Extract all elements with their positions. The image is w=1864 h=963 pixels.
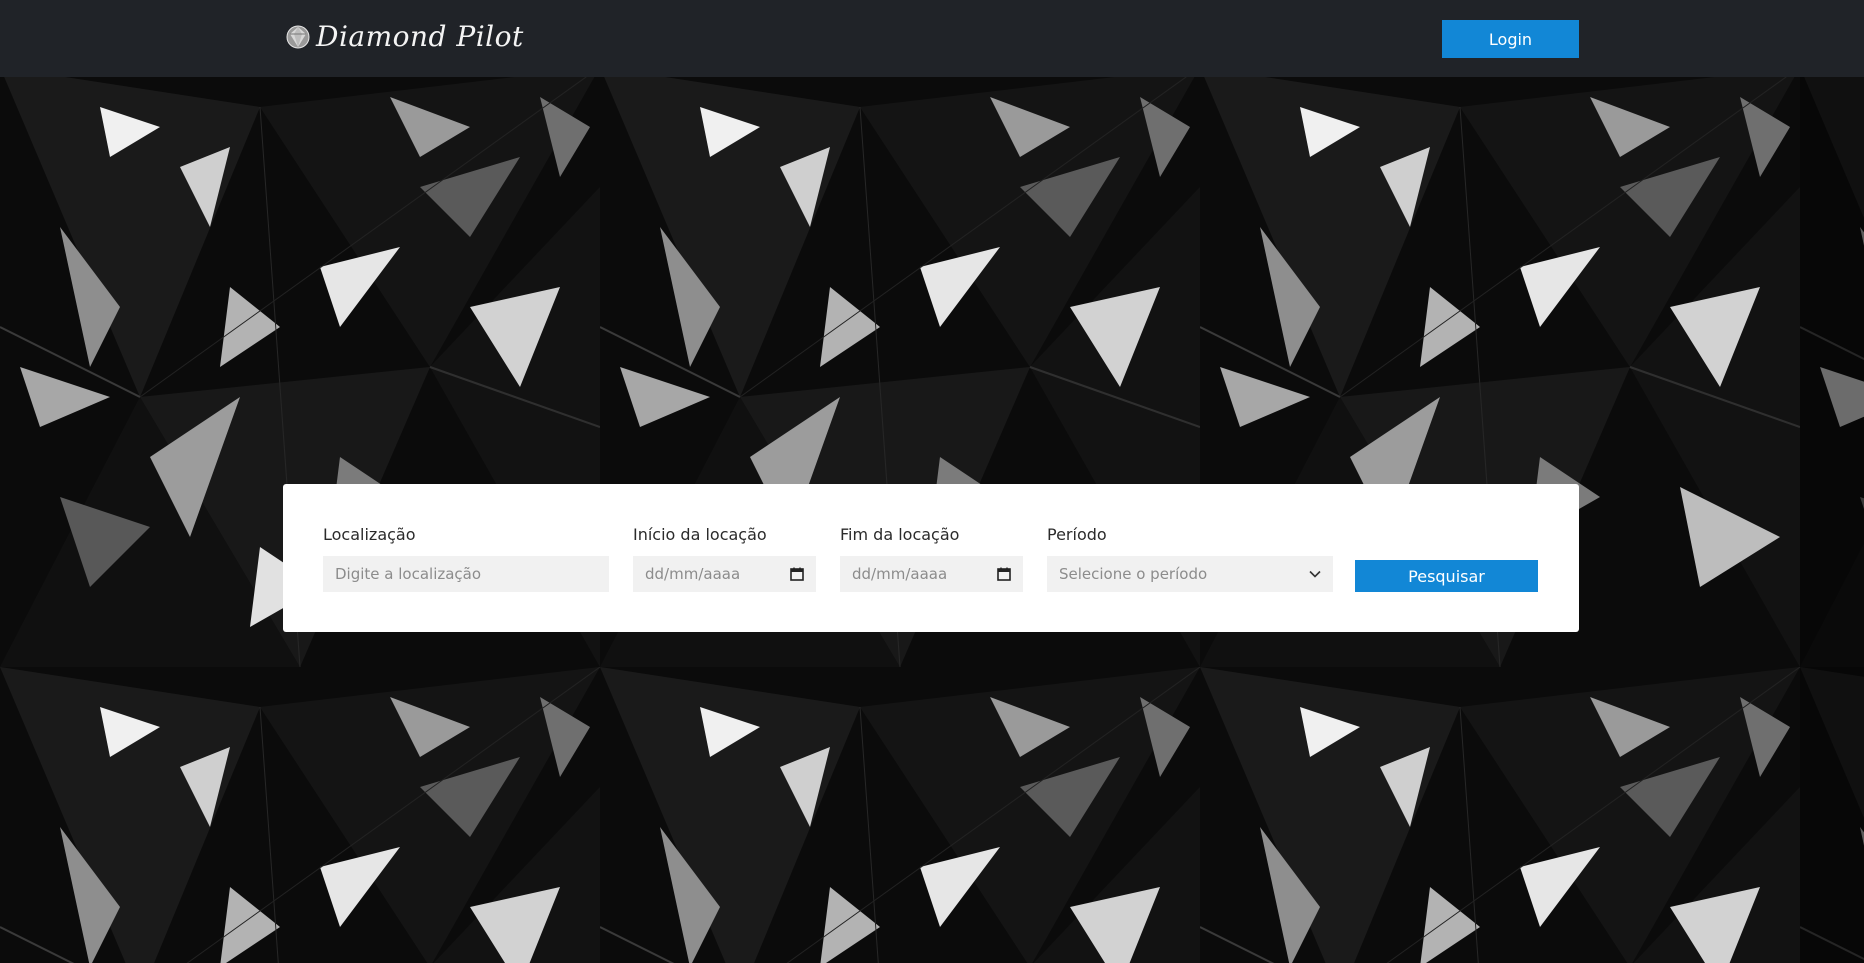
top-navbar: Diamond Pilot Login bbox=[0, 0, 1864, 77]
start-date-input[interactable]: dd/mm/aaaa bbox=[633, 556, 816, 592]
calendar-icon[interactable] bbox=[790, 567, 804, 581]
brand-name: Diamond Pilot bbox=[316, 20, 524, 53]
location-input[interactable]: Digite a localização bbox=[323, 556, 609, 592]
period-select[interactable]: Selecione o período bbox=[1047, 556, 1333, 592]
location-placeholder: Digite a localização bbox=[335, 565, 482, 583]
start-date-placeholder: dd/mm/aaaa bbox=[645, 565, 741, 583]
brand[interactable]: Diamond Pilot bbox=[286, 18, 524, 56]
diamond-logo-icon bbox=[286, 25, 310, 49]
calendar-icon[interactable] bbox=[997, 567, 1011, 581]
end-date-placeholder: dd/mm/aaaa bbox=[852, 565, 948, 583]
end-date-label: Fim da locação bbox=[840, 525, 960, 544]
end-date-input[interactable]: dd/mm/aaaa bbox=[840, 556, 1023, 592]
start-date-field-group: Início da locação bbox=[633, 524, 767, 546]
chevron-down-icon bbox=[1309, 570, 1321, 578]
period-selected-value: Selecione o período bbox=[1059, 565, 1208, 583]
search-button[interactable]: Pesquisar bbox=[1355, 560, 1538, 592]
location-field-group: Localização bbox=[323, 524, 416, 546]
start-date-label: Início da locação bbox=[633, 525, 767, 544]
search-card: Localização Digite a localização Início … bbox=[283, 484, 1579, 632]
end-date-field-group: Fim da locação bbox=[840, 524, 959, 546]
period-field-group: Período bbox=[1047, 524, 1107, 546]
location-label: Localização bbox=[323, 525, 416, 544]
login-button[interactable]: Login bbox=[1442, 20, 1579, 58]
period-label: Período bbox=[1047, 525, 1107, 544]
